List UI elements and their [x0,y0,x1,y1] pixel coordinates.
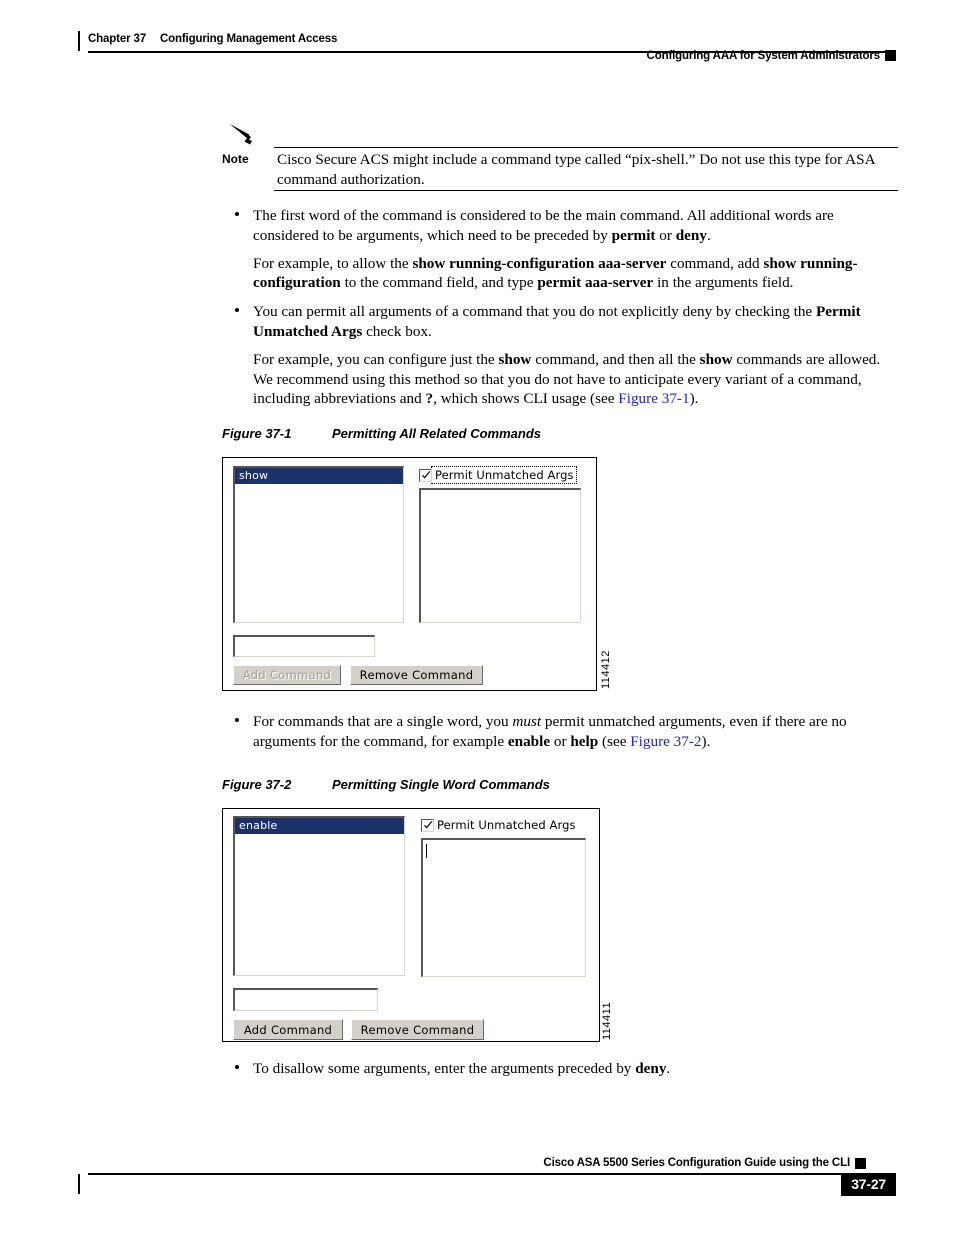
para1-text-3: to the command field, and type [340,274,538,292]
figure1-arguments-textarea[interactable] [419,488,581,623]
page-header: Chapter 37 Configuring Management Access … [0,0,954,70]
note-rule-bottom [274,190,898,191]
cross-reference-figure-37-1[interactable]: Figure 37-1 [618,390,689,407]
figure2-caption-title: Permitting Single Word Commands [332,777,550,792]
para1-bold-permit-aaa-server: permit aaa-server [537,274,654,292]
bullet1-text-3: . [706,226,711,244]
figure2-remove-command-button[interactable]: Remove Command [351,1019,484,1040]
bullet1-bold-permit: permit [611,226,656,244]
cross-reference-figure-37-2[interactable]: Figure 37-2 [630,733,701,750]
bullet-dot-icon [235,212,239,216]
list-item: For commands that are a single word, you… [231,712,903,752]
body-content-3: To disallow some arguments, enter the ar… [231,1059,903,1079]
bullet4-text-1: To disallow some arguments, enter the ar… [253,1060,636,1077]
bullet2-text-1: You can permit all arguments of a comman… [253,303,816,321]
figure1-image: show Permit Unmatched Args Add Command R… [222,457,597,691]
para1-text-4: in the arguments field. [653,274,794,292]
bullet3-text-4: (see [598,732,631,750]
check-icon [422,470,431,479]
bullet3-text-5: ). [701,732,711,750]
figure2-arguments-textarea[interactable] [421,838,586,977]
figure2-id-number: 114411 [601,1001,613,1040]
note-rule-top [274,147,898,148]
para2-bold-show-2: show [699,350,733,368]
note-text: Cisco Secure ACS might include a command… [277,151,875,188]
paragraph-example-2: For example, you can configure just the … [231,350,903,409]
figure2-image: enable Permit Unmatched Args Add Command… [222,808,600,1042]
para2-text-1: For example, you can configure just the [253,350,499,368]
figure1-add-command-button[interactable]: Add Command [233,665,341,685]
pencil-icon [228,122,258,148]
figure1-command-input[interactable] [233,635,375,657]
figure2-text-caret [426,844,427,858]
bullet3-italic-must: must [512,713,542,730]
list-item: You can permit all arguments of a comman… [231,302,903,342]
figure2-permit-unmatched-args-label[interactable]: Permit Unmatched Args [434,817,578,833]
chapter-number: Chapter 37 [88,33,146,45]
body-content: The first word of the command is conside… [231,206,903,409]
bullet3-bold-enable: enable [507,732,551,750]
figure2-command-listbox[interactable]: enable [233,816,405,976]
bullet1-bold-deny: deny [675,226,707,244]
figure1-caption: Figure 37-1 Permitting All Related Comman… [222,426,541,441]
para2-text-4: , which shows CLI usage (see [433,390,619,408]
figure1-remove-command-button[interactable]: Remove Command [350,665,483,685]
footer-rule [88,1173,896,1175]
para1-bold-show-running-config-aaa-server: show running-configuration aaa-server [412,254,667,272]
header-left-rule [78,31,80,51]
bullet-dot-icon [235,718,239,722]
body-content-2: For commands that are a single word, you… [231,712,903,752]
figure2-gui-panel: enable Permit Unmatched Args Add Command… [223,809,599,1041]
figure2-permit-unmatched-args-checkbox[interactable] [421,818,434,832]
para2-text-5: ). [689,390,699,408]
running-head: Configuring AAA for System Administrator… [646,50,881,62]
bullet4-bold-deny: deny [635,1060,667,1077]
bullet3-bold-help: help [570,732,599,750]
figure2-command-listbox-selected-item[interactable]: enable [235,818,404,834]
figure1-command-listbox[interactable]: show [233,466,404,623]
bullet3-text-1: For commands that are a single word, you [253,713,513,730]
bullet-dot-icon [235,1065,239,1069]
paragraph-example-1: For example, to allow the show running-c… [231,254,903,294]
footer-guide-title: Cisco ASA 5500 Series Configuration Guid… [543,1157,850,1169]
bullet1-text-2: or [655,226,676,244]
para1-text-1: For example, to allow the [253,254,413,272]
figure1-command-listbox-selected-item[interactable]: show [235,468,403,484]
figure2-permit-unmatched-args-row[interactable]: Permit Unmatched Args [421,817,578,833]
bullet-dot-icon [235,308,239,313]
bullet4-text-2: . [666,1060,671,1077]
para2-bold-show-1: show [498,350,532,368]
figure1-caption-title: Permitting All Related Commands [332,426,541,441]
figure1-permit-unmatched-args-label[interactable]: Permit Unmatched Args [431,466,577,484]
figure1-caption-number: Figure 37-1 [222,426,292,441]
figure1-permit-unmatched-args-row[interactable]: Permit Unmatched Args [419,466,577,484]
check-icon [424,820,433,829]
list-item: To disallow some arguments, enter the ar… [231,1059,903,1079]
figure1-gui-panel: show Permit Unmatched Args Add Command R… [223,458,596,690]
figure2-add-command-button[interactable]: Add Command [233,1019,343,1040]
bullet2-text-2: check box. [362,322,432,340]
bullet1-text-1: The first word of the command is conside… [253,207,834,244]
figure2-caption: Figure 37-2 Permitting Single Word Comman… [222,777,550,792]
note-label: Note [222,152,249,166]
para2-bold-question-mark: ? [425,390,434,408]
list-item: The first word of the command is conside… [231,206,903,246]
page-number-badge: 37-27 [841,1173,896,1196]
header-square-marker [885,50,896,61]
breadcrumb: Chapter 37 Configuring Management Access [88,33,337,45]
figure1-id-number: 114412 [600,650,612,689]
para1-text-2: command, add [666,254,764,272]
chapter-title: Configuring Management Access [159,33,338,45]
bullet3-text-3: or [550,732,571,750]
footer-square-marker [855,1158,866,1169]
footer-left-rule [78,1174,80,1194]
figure2-caption-number: Figure 37-2 [222,777,292,792]
para2-text-2: command, and then all the [531,350,700,368]
figure1-permit-unmatched-args-checkbox[interactable] [419,468,432,482]
figure2-command-input[interactable] [233,988,378,1011]
